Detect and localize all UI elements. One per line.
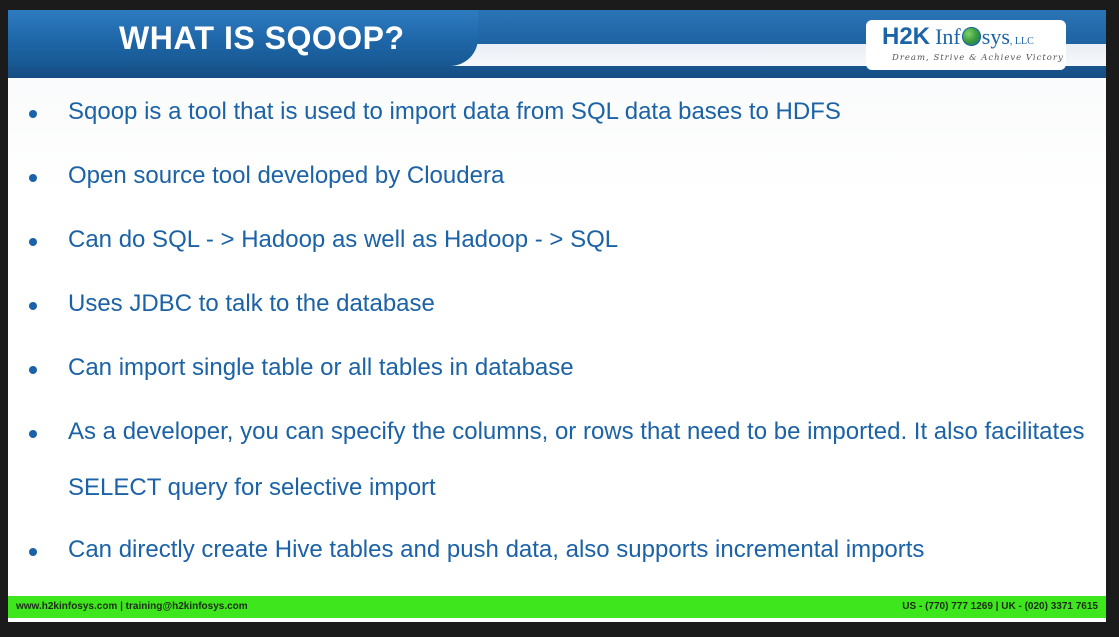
bullet-text: Can do SQL - > Hadoop as well as Hadoop … (68, 226, 619, 253)
bullet-dot-icon (29, 548, 37, 556)
bullet-text: Can import single table or all tables in… (68, 354, 574, 381)
footer-bar: www.h2kinfosys.com | training@h2kinfosys… (8, 596, 1106, 618)
bullet-dot-icon (29, 366, 37, 374)
logo-h2k: H2K (882, 23, 931, 50)
presentation-frame: WHAT IS SQOOP? H2K Inf sys, LLC Dream, St… (0, 0, 1119, 637)
bullet-dot-icon (29, 174, 37, 182)
footer-contact-web: www.h2kinfosys.com | training@h2kinfosys… (16, 601, 248, 612)
bullet-dot-icon (29, 110, 37, 118)
logo-llc: , LLC (1009, 36, 1034, 47)
globe-icon (961, 27, 981, 46)
logo-wordmark: H2K Inf sys, LLC (882, 23, 1034, 51)
bullet-text: As a developer, you can specify the colu… (68, 418, 1085, 501)
bullet-dot-icon (29, 238, 37, 246)
bullet-text: Uses JDBC to talk to the database (68, 290, 435, 317)
bullet-text: Sqoop is a tool that is used to import d… (68, 98, 841, 125)
logo-tagline: Dream, Strive & Achieve Victory (892, 53, 1064, 63)
logo-inf: Inf (935, 24, 961, 49)
logo-sys: sys (981, 24, 1010, 49)
slide: WHAT IS SQOOP? H2K Inf sys, LLC Dream, St… (8, 10, 1106, 622)
slide-title: WHAT IS SQOOP? (119, 20, 405, 56)
company-logo: H2K Inf sys, LLC Dream, Strive & Achieve … (866, 20, 1066, 70)
bullet-dot-icon (29, 302, 37, 310)
bullet-text: Open source tool developed by Cloudera (68, 162, 505, 189)
bullet-dot-icon (29, 430, 37, 438)
footer-contact-phone: US - (770) 777 1269 | UK - (020) 3371 76… (902, 601, 1098, 612)
bullet-text: Can directly create Hive tables and push… (68, 536, 925, 563)
